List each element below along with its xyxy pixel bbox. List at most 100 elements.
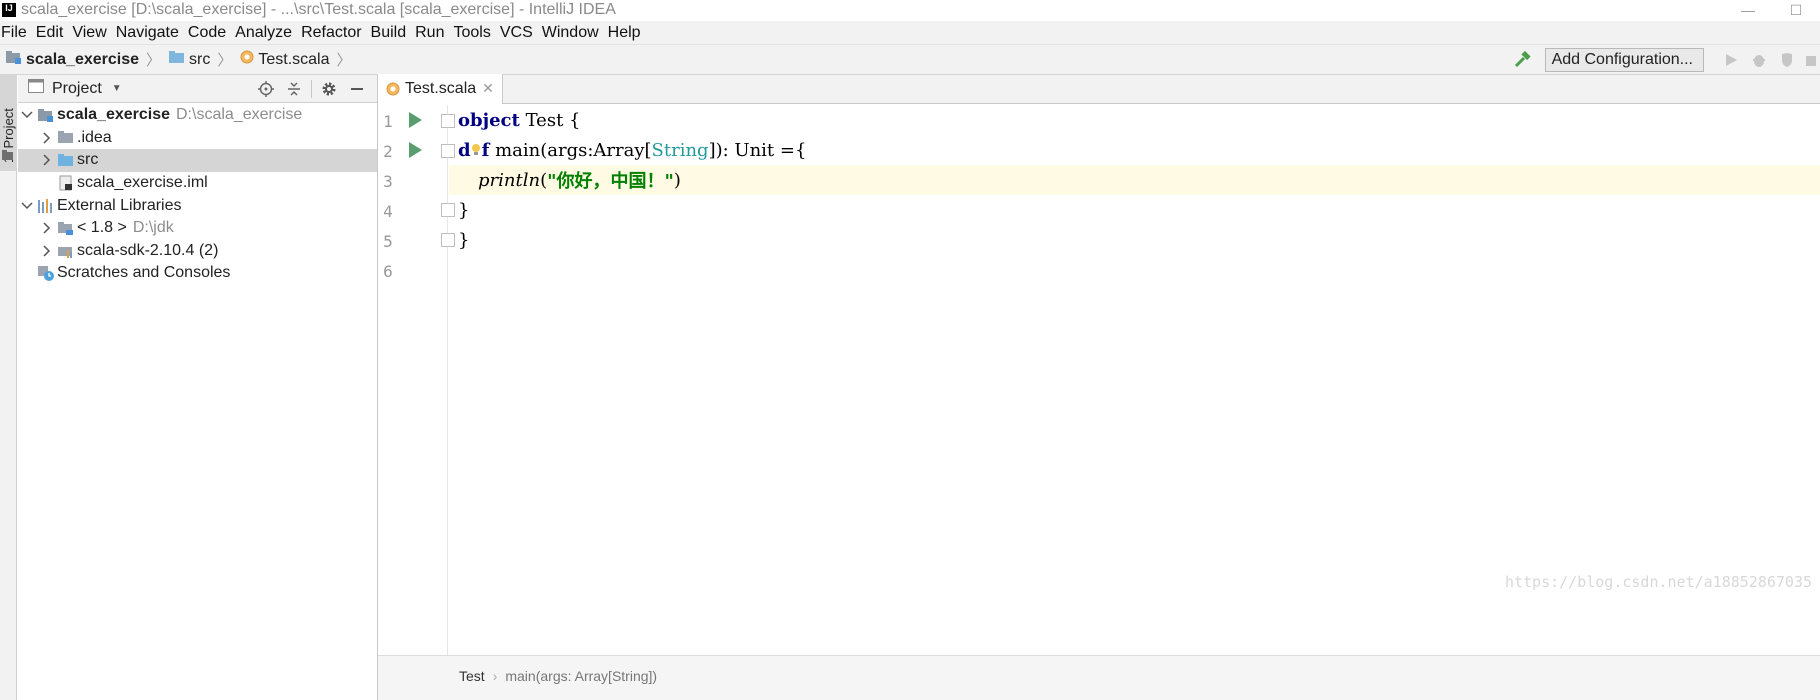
code-line-3: println("你好，中国！") bbox=[449, 165, 1820, 195]
editor-breadcrumb-bar: Test › main(args: Array[String]) bbox=[378, 655, 1820, 700]
project-panel-tools bbox=[252, 75, 371, 103]
chevron-down-icon[interactable] bbox=[20, 111, 34, 119]
chevron-right-icon[interactable] bbox=[40, 245, 54, 257]
line-number: 1 bbox=[383, 112, 393, 131]
chevron-right-icon: 〉 bbox=[217, 52, 233, 69]
crumb-file[interactable]: Test.scala bbox=[234, 50, 330, 69]
project-view-icon bbox=[28, 79, 44, 98]
tree-item-idea[interactable]: .idea bbox=[18, 127, 377, 150]
code-text: } bbox=[458, 229, 470, 251]
menu-bar: File Edit View Navigate Code Analyze Ref… bbox=[0, 21, 1820, 44]
dropdown-arrow-icon: ▼ bbox=[111, 83, 122, 94]
keyword: object bbox=[458, 109, 520, 131]
tree-item-src[interactable]: src bbox=[18, 149, 377, 172]
scratches-icon bbox=[37, 265, 55, 282]
menu-file[interactable]: File bbox=[0, 24, 34, 42]
chevron-right-icon[interactable] bbox=[40, 154, 54, 167]
run-gutter-icon[interactable] bbox=[409, 142, 422, 158]
line-number: 5 bbox=[383, 232, 393, 251]
add-configuration-button[interactable]: Add Configuration... bbox=[1544, 48, 1704, 72]
project-view-selector[interactable]: Project ▼ bbox=[28, 79, 122, 98]
crumb-project[interactable]: scala_exercise bbox=[0, 50, 139, 69]
type-name: String bbox=[651, 139, 709, 161]
crumb-file-label: Test.scala bbox=[258, 50, 330, 68]
maximize-icon[interactable]: ☐ bbox=[1772, 0, 1820, 20]
editor-breadcrumb: Test › main(args: Array[String]) bbox=[459, 668, 657, 684]
code-line-1: object Test { bbox=[449, 105, 1820, 135]
tree-item-scala-sdk[interactable]: scala-sdk-2.10.4 (2) bbox=[18, 240, 377, 263]
code-line-4: } bbox=[449, 195, 1820, 225]
navigation-bar: scala_exercise 〉 src 〉 Test.scala 〉 Add … bbox=[0, 44, 1820, 75]
locate-file-icon[interactable] bbox=[252, 75, 280, 103]
code-text: } bbox=[458, 199, 470, 221]
string-literal: "你好，中国！" bbox=[547, 171, 674, 192]
keyword: d bbox=[458, 139, 471, 161]
menu-help[interactable]: Help bbox=[607, 24, 648, 42]
tab-label: Test.scala bbox=[405, 79, 477, 97]
project-tool-window-tab[interactable]: 1: Project bbox=[0, 75, 17, 171]
breadcrumb-object[interactable]: Test bbox=[459, 668, 485, 684]
tab-test-scala[interactable]: Test.scala ✕ bbox=[378, 74, 503, 104]
intention-bulb-icon[interactable] bbox=[471, 143, 482, 157]
toolbar-separator bbox=[311, 80, 312, 98]
breadcrumb-method[interactable]: main(args: Array[String]) bbox=[505, 668, 657, 684]
gear-icon[interactable] bbox=[315, 75, 343, 103]
window-controls: — ☐ bbox=[1724, 0, 1820, 20]
project-panel-header: Project ▼ bbox=[18, 75, 377, 103]
chevron-down-icon[interactable] bbox=[20, 202, 34, 210]
folder-icon bbox=[57, 130, 75, 146]
menu-refactor[interactable]: Refactor bbox=[300, 24, 368, 42]
menu-tools[interactable]: Tools bbox=[452, 24, 497, 42]
run-icon[interactable] bbox=[1718, 48, 1744, 72]
close-icon[interactable]: ✕ bbox=[482, 80, 494, 97]
library-icon bbox=[57, 243, 75, 259]
menu-edit[interactable]: Edit bbox=[35, 24, 71, 42]
tree-item-path: D:\scala_exercise bbox=[176, 106, 303, 124]
collapse-all-icon[interactable] bbox=[280, 75, 308, 103]
debug-icon[interactable] bbox=[1746, 48, 1772, 72]
scala-object-icon bbox=[240, 50, 254, 69]
menu-analyze[interactable]: Analyze bbox=[234, 24, 299, 42]
tree-item-label: scala_exercise.iml bbox=[77, 174, 208, 192]
menu-build[interactable]: Build bbox=[370, 24, 414, 42]
title-bar: IJ scala_exercise [D:\scala_exercise] - … bbox=[0, 0, 1820, 20]
chevron-right-icon[interactable] bbox=[40, 132, 54, 144]
module-file-icon bbox=[57, 175, 75, 191]
function-name: println bbox=[478, 169, 541, 191]
menu-code[interactable]: Code bbox=[187, 24, 233, 42]
stop-icon[interactable] bbox=[1802, 48, 1818, 72]
tree-item-iml[interactable]: scala_exercise.iml bbox=[18, 172, 377, 195]
tree-item-jdk[interactable]: < 1.8 > D:\jdk bbox=[18, 217, 377, 240]
code-text: ) bbox=[673, 169, 681, 191]
tree-item-external-libraries[interactable]: External Libraries bbox=[18, 194, 377, 217]
line-number: 3 bbox=[383, 172, 393, 191]
chevron-right-icon: 〉 bbox=[146, 52, 162, 69]
tree-item-label: Scratches and Consoles bbox=[57, 264, 231, 282]
tree-item-scala-exercise[interactable]: scala_exercise D:\scala_exercise bbox=[18, 104, 377, 127]
minimize-icon[interactable]: — bbox=[1724, 0, 1772, 20]
run-gutter-icon[interactable] bbox=[409, 112, 422, 128]
code-text: ]): Unit ={ bbox=[708, 139, 807, 161]
source-folder-icon bbox=[57, 152, 75, 168]
code-text: main(args:Array[ bbox=[489, 139, 652, 161]
menu-window[interactable]: Window bbox=[541, 24, 606, 42]
tree-item-scratches[interactable]: Scratches and Consoles bbox=[18, 262, 377, 285]
chevron-right-icon[interactable] bbox=[40, 222, 54, 234]
hide-panel-icon[interactable] bbox=[343, 75, 371, 103]
menu-navigate[interactable]: Navigate bbox=[115, 24, 186, 42]
keyword: f bbox=[481, 139, 490, 161]
menu-vcs[interactable]: VCS bbox=[499, 24, 540, 42]
build-hammer-icon[interactable] bbox=[1509, 48, 1535, 72]
coverage-icon[interactable] bbox=[1774, 48, 1800, 72]
menu-run[interactable]: Run bbox=[414, 24, 451, 42]
menu-view[interactable]: View bbox=[71, 24, 113, 42]
tree-item-label: src bbox=[77, 151, 99, 169]
crumb-src[interactable]: src bbox=[163, 50, 210, 69]
editor-gutter: 1 2 3 4 5 6 bbox=[378, 105, 455, 655]
tree-item-label: .idea bbox=[77, 128, 112, 146]
folder-icon bbox=[2, 147, 14, 165]
crumb-project-label: scala_exercise bbox=[26, 50, 139, 68]
project-folder-icon bbox=[37, 107, 55, 123]
project-panel-title: Project bbox=[52, 79, 102, 97]
window-title: scala_exercise [D:\scala_exercise] - ...… bbox=[21, 1, 616, 18]
